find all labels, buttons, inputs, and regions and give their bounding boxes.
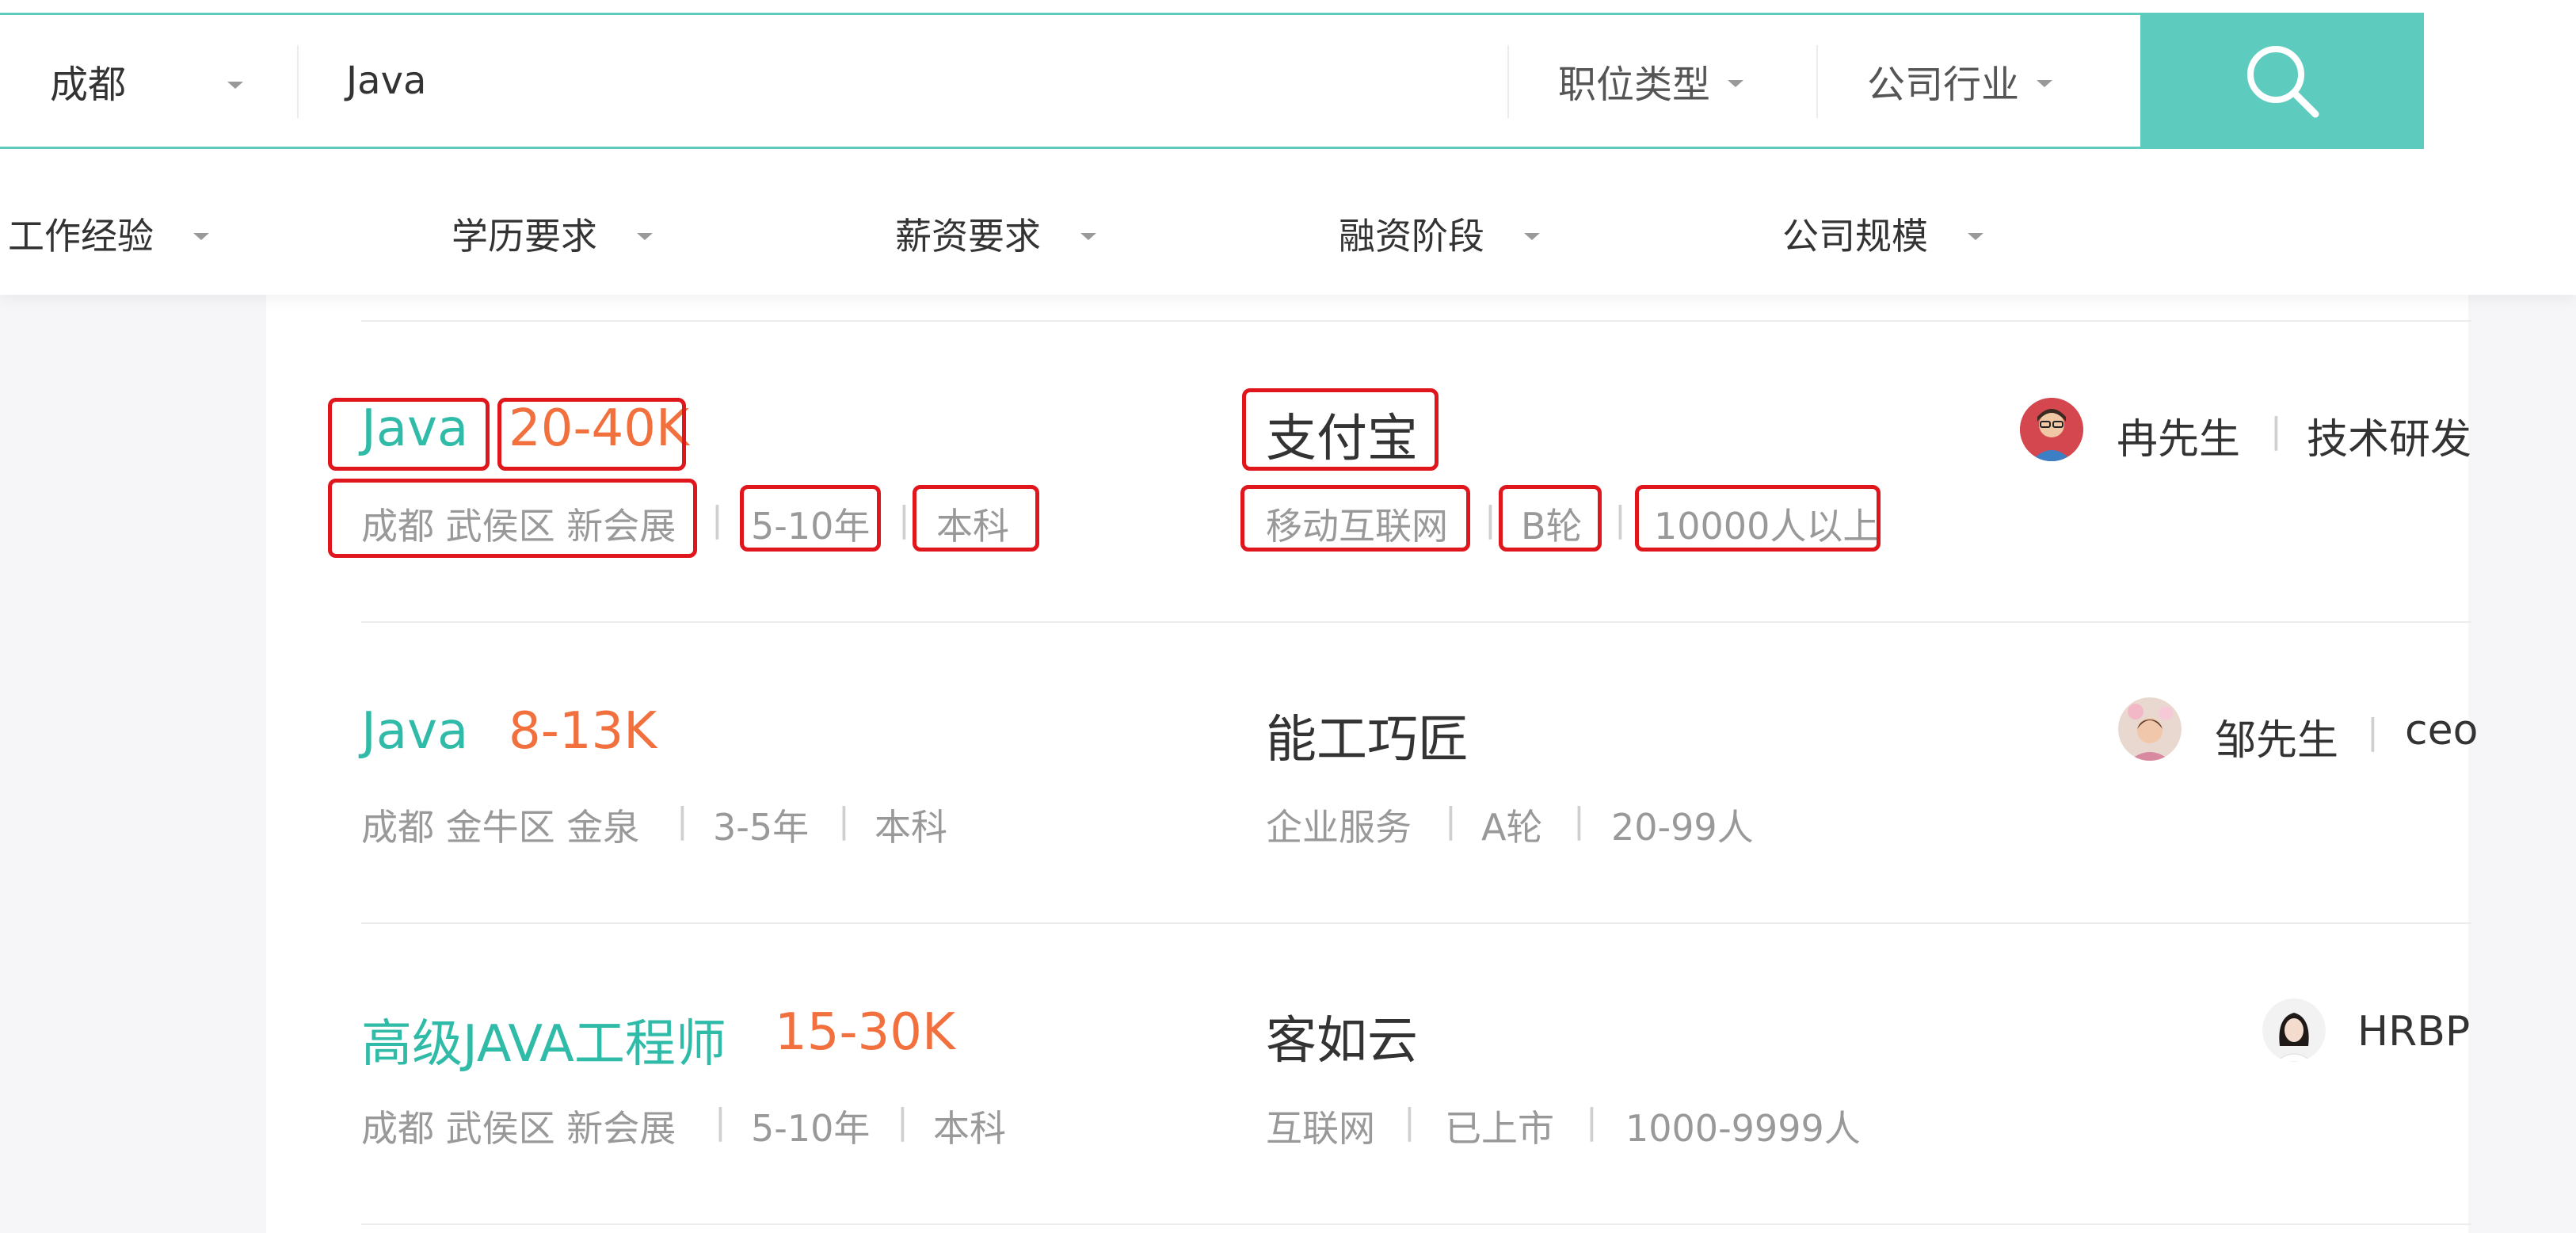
company-size: 20-99人	[1611, 806, 1754, 849]
filter-salary[interactable]: 薪资要求	[895, 190, 1096, 277]
city-selector[interactable]: 成都	[0, 15, 300, 147]
separator: |	[838, 800, 850, 841]
separator: |	[2367, 712, 2379, 752]
industry-label: 公司行业	[1867, 63, 2020, 107]
job-experience: 3-5年	[713, 806, 810, 849]
separator: |	[897, 1101, 909, 1142]
filter-label: 学历要求	[452, 215, 597, 258]
filter-label: 融资阶段	[1339, 215, 1484, 258]
separator: |	[2270, 410, 2282, 451]
filter-label: 工作经验	[8, 215, 154, 258]
company-name[interactable]: 支付宝	[1266, 398, 1418, 471]
job-location: 成都 武侯区 新会展	[361, 1107, 676, 1150]
chevron-down-icon	[1080, 232, 1096, 240]
job-education: 本科	[936, 505, 1009, 548]
separator: |	[1614, 499, 1626, 540]
separator: |	[1484, 499, 1496, 540]
separator: |	[1573, 800, 1585, 841]
company-industry: 移动互联网	[1266, 505, 1448, 548]
job-location: 成都 武侯区 新会展	[361, 505, 676, 548]
company-size: 10000人以上	[1654, 505, 1880, 548]
divider	[361, 1223, 2471, 1225]
filter-company-size[interactable]: 公司规模	[1782, 190, 1983, 277]
chevron-down-icon	[2037, 79, 2053, 87]
filter-bar: 工作经验 学历要求 薪资要求 融资阶段 公司规模	[0, 190, 2376, 277]
company-industry: 互联网	[1266, 1107, 1375, 1150]
hr-title: 技术研发	[2307, 416, 2472, 464]
job-experience: 5-10年	[751, 505, 871, 548]
filter-funding[interactable]: 融资阶段	[1339, 190, 1540, 277]
filter-label: 公司规模	[1782, 215, 1928, 258]
company-name[interactable]: 客如云	[1266, 1000, 1418, 1073]
company-funding: B轮	[1521, 505, 1583, 548]
divider	[1816, 45, 1818, 118]
job-title[interactable]: Java	[361, 702, 468, 761]
job-title[interactable]: Java	[361, 399, 468, 458]
separator: |	[1586, 1101, 1598, 1142]
avatar	[2020, 398, 2083, 461]
company-funding: 已上市	[1445, 1107, 1554, 1150]
separator: |	[1404, 1101, 1416, 1142]
divider	[1507, 45, 1509, 118]
separator: |	[898, 499, 910, 540]
search-input[interactable]: Java	[346, 15, 426, 147]
separator: |	[676, 800, 688, 841]
chevron-down-icon	[637, 232, 653, 240]
job-list: Java 20-40K 成都 武侯区 新会展 | 5-10年 | 本科 支付宝 …	[266, 295, 2478, 1233]
industry-selector[interactable]: 公司行业	[1867, 15, 2053, 147]
company-name[interactable]: 能工巧匠	[1266, 699, 1469, 772]
hr-title: HRBP	[2357, 1008, 2471, 1055]
job-salary: 15-30K	[775, 1003, 955, 1062]
job-education: 本科	[933, 1107, 1006, 1150]
search-header: 成都 Java 职位类型 公司行业 工作经验 学历要求 薪资要求 融资阶段 公司…	[0, 0, 2576, 295]
chevron-down-icon	[227, 82, 243, 89]
company-industry: 企业服务	[1266, 806, 1412, 849]
job-type-selector[interactable]: 职位类型	[1558, 15, 1744, 147]
chevron-down-icon	[1968, 232, 1983, 240]
divider	[297, 45, 299, 118]
job-title[interactable]: 高级JAVA工程师	[361, 1003, 726, 1076]
divider	[361, 621, 2471, 623]
hr-name: 冉先生	[2117, 416, 2241, 464]
company-funding: A轮	[1481, 806, 1543, 849]
company-size: 1000-9999人	[1625, 1107, 1861, 1150]
separator: |	[714, 1101, 726, 1142]
hr-title: ceo	[2405, 707, 2479, 754]
separator: |	[711, 499, 723, 540]
job-salary: 20-40K	[509, 399, 689, 458]
job-salary: 8-13K	[509, 702, 657, 761]
filter-label: 薪资要求	[895, 215, 1041, 258]
chevron-down-icon	[1728, 79, 1744, 87]
city-label: 成都	[50, 63, 127, 107]
avatar	[2118, 697, 2182, 761]
separator: |	[1445, 800, 1457, 841]
job-type-label: 职位类型	[1558, 63, 1711, 107]
search-box: 成都 Java 职位类型 公司行业	[0, 13, 2424, 149]
search-icon	[2247, 46, 2319, 118]
hr-name: 邹先生	[2215, 717, 2339, 765]
job-experience: 5-10年	[751, 1107, 871, 1150]
job-location: 成都 金牛区 金泉	[361, 806, 640, 849]
divider	[361, 320, 2471, 322]
job-education: 本科	[875, 806, 947, 849]
filter-education[interactable]: 学历要求	[452, 190, 653, 277]
filter-experience[interactable]: 工作经验	[8, 190, 209, 277]
chevron-down-icon	[193, 232, 209, 240]
divider	[361, 922, 2471, 924]
avatar	[2262, 998, 2326, 1062]
chevron-down-icon	[1524, 232, 1540, 240]
search-button[interactable]	[2140, 13, 2424, 149]
